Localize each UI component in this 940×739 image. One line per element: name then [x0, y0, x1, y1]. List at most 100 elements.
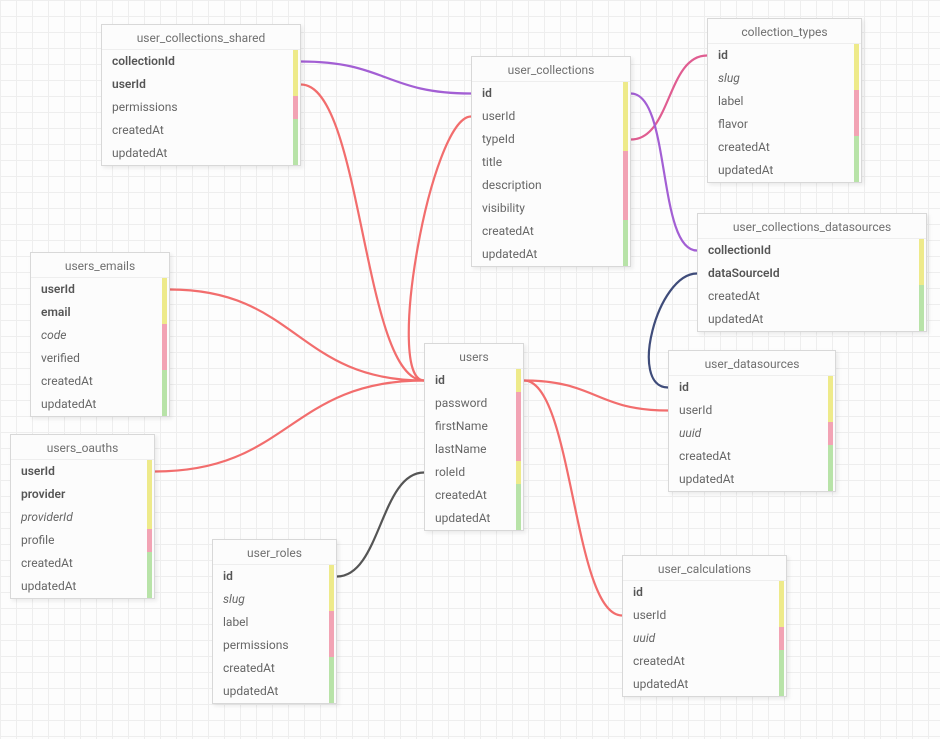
field-profile[interactable]: profile: [11, 529, 154, 552]
stripe-seg: [147, 575, 152, 598]
field-uuid[interactable]: uuid: [623, 627, 786, 650]
stripe-seg: [147, 506, 152, 529]
field-id[interactable]: id: [425, 369, 523, 392]
field-typeId[interactable]: typeId: [472, 128, 630, 151]
edge-user_datasources-userId-to-users-id: [524, 381, 668, 411]
stripe-seg: [828, 422, 833, 445]
field-updatedAt[interactable]: updatedAt: [708, 159, 861, 182]
stripe-seg: [162, 278, 167, 301]
stripe-seg: [162, 301, 167, 324]
field-updatedAt[interactable]: updatedAt: [31, 393, 169, 416]
field-updatedAt[interactable]: updatedAt: [698, 308, 926, 331]
field-permissions[interactable]: permissions: [102, 96, 300, 119]
table-user_roles[interactable]: user_rolesidsluglabelpermissionscreatedA…: [212, 539, 337, 704]
field-updatedAt[interactable]: updatedAt: [623, 673, 786, 696]
field-createdAt[interactable]: createdAt: [213, 657, 336, 680]
field-firstName[interactable]: firstName: [425, 415, 523, 438]
stripe-seg: [516, 438, 521, 461]
field-permissions[interactable]: permissions: [213, 634, 336, 657]
stripe-seg: [623, 128, 628, 151]
field-createdAt[interactable]: createdAt: [698, 285, 926, 308]
field-provider[interactable]: provider: [11, 483, 154, 506]
table-users_oauths[interactable]: users_oauthsuserIdproviderproviderIdprof…: [10, 434, 155, 599]
stripe: [162, 278, 167, 416]
field-createdAt[interactable]: createdAt: [623, 650, 786, 673]
table-collection_types[interactable]: collection_typesidsluglabelflavorcreated…: [707, 18, 862, 183]
field-userId[interactable]: userId: [102, 73, 300, 96]
table-title: user_collections_shared: [102, 25, 300, 50]
field-providerId[interactable]: providerId: [11, 506, 154, 529]
stripe-seg: [162, 370, 167, 393]
table-user_collections[interactable]: user_collectionsiduserIdtypeIdtitledescr…: [471, 56, 631, 267]
table-user_calculations[interactable]: user_calculationsiduserIduuidcreatedAtup…: [622, 555, 787, 697]
field-slug[interactable]: slug: [213, 588, 336, 611]
field-flavor[interactable]: flavor: [708, 113, 861, 136]
table-user_collections_shared[interactable]: user_collections_sharedcollectionIduserI…: [101, 24, 301, 166]
table-title: users: [425, 344, 523, 369]
field-visibility[interactable]: visibility: [472, 197, 630, 220]
field-updatedAt[interactable]: updatedAt: [425, 507, 523, 530]
field-title[interactable]: title: [472, 151, 630, 174]
field-code[interactable]: code: [31, 324, 169, 347]
field-id[interactable]: id: [472, 82, 630, 105]
stripe-seg: [293, 50, 298, 73]
field-updatedAt[interactable]: updatedAt: [472, 243, 630, 266]
stripe-seg: [854, 90, 859, 113]
field-label[interactable]: label: [213, 611, 336, 634]
field-id[interactable]: id: [669, 376, 835, 399]
field-createdAt[interactable]: createdAt: [31, 370, 169, 393]
field-password[interactable]: password: [425, 392, 523, 415]
table-rows: idsluglabelflavorcreatedAtupdatedAt: [708, 44, 861, 182]
field-userId[interactable]: userId: [472, 105, 630, 128]
field-collectionId[interactable]: collectionId: [698, 239, 926, 262]
field-createdAt[interactable]: createdAt: [11, 552, 154, 575]
field-userId[interactable]: userId: [623, 604, 786, 627]
stripe: [919, 239, 924, 331]
table-users[interactable]: usersidpasswordfirstNamelastNameroleIdcr…: [424, 343, 524, 531]
stripe-seg: [779, 673, 784, 696]
field-createdAt[interactable]: createdAt: [472, 220, 630, 243]
field-verified[interactable]: verified: [31, 347, 169, 370]
stripe-seg: [828, 376, 833, 399]
diagram-canvas[interactable]: user_collections_sharedcollectionIduserI…: [0, 0, 940, 739]
field-id[interactable]: id: [708, 44, 861, 67]
field-email[interactable]: email: [31, 301, 169, 324]
field-id[interactable]: id: [213, 565, 336, 588]
table-title: user_collections: [472, 57, 630, 82]
stripe-seg: [828, 445, 833, 468]
stripe-seg: [329, 680, 334, 703]
field-createdAt[interactable]: createdAt: [708, 136, 861, 159]
stripe-seg: [147, 460, 152, 483]
field-collectionId[interactable]: collectionId: [102, 50, 300, 73]
field-lastName[interactable]: lastName: [425, 438, 523, 461]
field-updatedAt[interactable]: updatedAt: [11, 575, 154, 598]
stripe: [828, 376, 833, 491]
stripe-seg: [516, 484, 521, 507]
table-rows: iduserIduuidcreatedAtupdatedAt: [623, 581, 786, 696]
field-id[interactable]: id: [623, 581, 786, 604]
stripe-seg: [623, 151, 628, 174]
field-uuid[interactable]: uuid: [669, 422, 835, 445]
stripe-seg: [828, 468, 833, 491]
field-createdAt[interactable]: createdAt: [102, 119, 300, 142]
field-roleId[interactable]: roleId: [425, 461, 523, 484]
field-label[interactable]: label: [708, 90, 861, 113]
field-createdAt[interactable]: createdAt: [425, 484, 523, 507]
field-updatedAt[interactable]: updatedAt: [669, 468, 835, 491]
field-userId[interactable]: userId: [31, 278, 169, 301]
field-userId[interactable]: userId: [669, 399, 835, 422]
stripe-seg: [516, 415, 521, 438]
field-updatedAt[interactable]: updatedAt: [213, 680, 336, 703]
stripe-seg: [329, 565, 334, 588]
stripe-seg: [854, 159, 859, 182]
stripe-seg: [623, 220, 628, 243]
table-users_emails[interactable]: users_emailsuserIdemailcodeverifiedcreat…: [30, 252, 170, 417]
field-description[interactable]: description: [472, 174, 630, 197]
field-userId[interactable]: userId: [11, 460, 154, 483]
field-slug[interactable]: slug: [708, 67, 861, 90]
table-user_collections_datasources[interactable]: user_collections_datasourcescollectionId…: [697, 213, 927, 332]
table-user_datasources[interactable]: user_datasourcesiduserIduuidcreatedAtupd…: [668, 350, 836, 492]
field-updatedAt[interactable]: updatedAt: [102, 142, 300, 165]
field-createdAt[interactable]: createdAt: [669, 445, 835, 468]
field-dataSourceId[interactable]: dataSourceId: [698, 262, 926, 285]
